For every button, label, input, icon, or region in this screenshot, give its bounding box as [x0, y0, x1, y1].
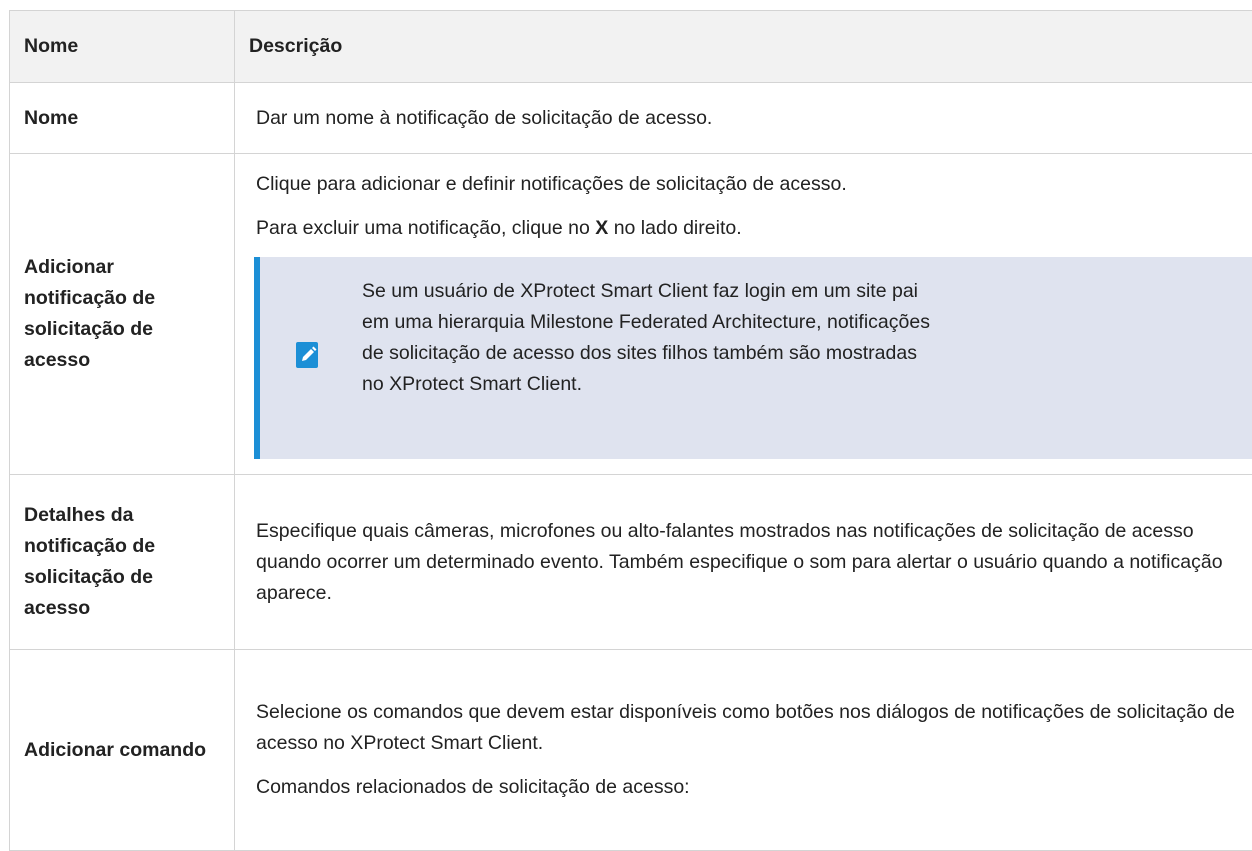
column-header-description: Descrição	[235, 11, 1252, 83]
description-paragraph: Comandos relacionados de solicitação de …	[256, 772, 1247, 803]
table-row: Detalhes da notificação de solicitação d…	[10, 475, 1252, 650]
column-header-name: Nome	[10, 11, 235, 83]
row-name: Adicionar comando	[10, 650, 235, 851]
note-text: Se um usuário de XProtect Smart Client f…	[362, 276, 942, 400]
row-description: Dar um nome à notificação de solicitação…	[235, 83, 1252, 154]
row-name: Adicionar notificação de solicitação de …	[10, 154, 235, 475]
text-segment: Para excluir uma notificação, clique no	[256, 217, 595, 239]
x-keyword: X	[595, 217, 608, 239]
table-header-row: Nome Descrição	[10, 11, 1252, 83]
row-name: Nome	[10, 83, 235, 154]
note-callout: Se um usuário de XProtect Smart Client f…	[254, 257, 1252, 459]
table-row: Nome Dar um nome à notificação de solici…	[10, 83, 1252, 154]
text-segment: no lado direito.	[608, 217, 741, 239]
row-description: Selecione os comandos que devem estar di…	[235, 650, 1252, 851]
pencil-note-icon	[295, 341, 319, 369]
row-description: Especifique quais câmeras, microfones ou…	[235, 475, 1252, 650]
description-paragraph: Clique para adicionar e definir notifica…	[256, 169, 1247, 200]
description-paragraph: Para excluir uma notificação, clique no …	[256, 213, 1247, 244]
row-name: Detalhes da notificação de solicitação d…	[10, 475, 235, 650]
description-paragraph: Selecione os comandos que devem estar di…	[256, 697, 1247, 759]
row-description: Clique para adicionar e definir notifica…	[235, 154, 1252, 475]
settings-table: Nome Descrição Nome Dar um nome à notifi…	[9, 10, 1252, 851]
table-row: Adicionar notificação de solicitação de …	[10, 154, 1252, 475]
table-row: Adicionar comando Selecione os comandos …	[10, 650, 1252, 851]
